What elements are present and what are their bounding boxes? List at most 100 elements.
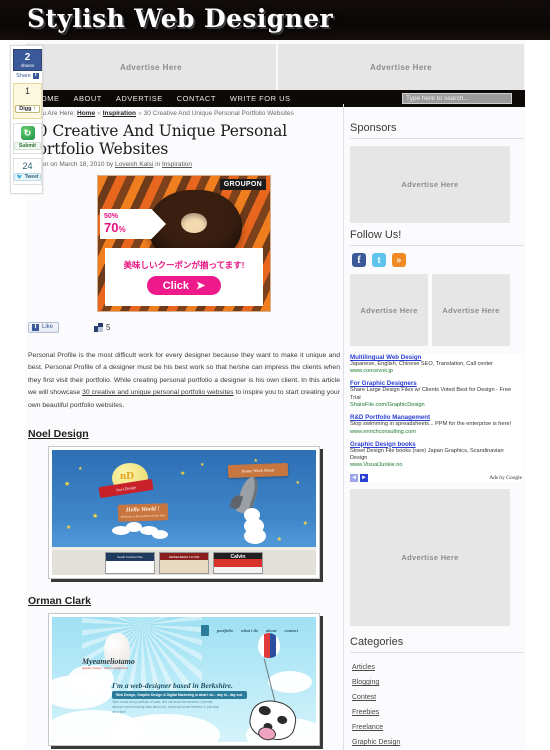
google-ad-item[interactable]: Multilingual Web Design Japanese, Englis…	[350, 354, 522, 374]
chevron-left-icon[interactable]: ◄	[350, 474, 358, 483]
site-nav-item[interactable]: portfolio	[217, 628, 233, 633]
nav-item-advertise[interactable]: ADVERTISE	[109, 90, 170, 107]
stumbleupon-submit-label[interactable]: Submit	[14, 142, 41, 150]
site-logo-orman-main: Myeameliotamo	[82, 657, 135, 667]
cloud-shape	[268, 671, 312, 694]
portfolio-thumb-caption: South Central Ohio	[117, 555, 143, 560]
site-nav-item[interactable]: contact	[285, 628, 299, 633]
star-icon: ★	[92, 513, 99, 521]
post-category[interactable]: Inspiration	[162, 161, 192, 168]
star-icon: ★	[295, 480, 300, 487]
google-ad-url: ShareFile.com/GraphicDesign	[350, 402, 425, 409]
site-title-orman-clark[interactable]: Orman Clark	[28, 595, 91, 607]
category-item-contest[interactable]: Contest	[350, 690, 524, 705]
site-logo-orman-sub: graphic design · web development	[82, 666, 128, 671]
post-meta: Written on March 18, 2010 by Loveish Kal…	[28, 161, 340, 168]
site-title-noel-design[interactable]: Noel Design	[28, 428, 89, 440]
banner-ad-right[interactable]: Advertise Here	[278, 44, 524, 90]
nav-item-about[interactable]: ABOUT	[67, 90, 109, 107]
breadcrumb: You Are Here: Home» Inspiration» 30 Creati…	[35, 110, 294, 117]
category-item-freelance[interactable]: Freelance	[350, 720, 524, 735]
google-ad-title[interactable]: For Graphic Designers	[350, 380, 522, 387]
article-body-link[interactable]: 30 creative and unique personal portfoli…	[82, 389, 233, 396]
google-ad-item[interactable]: Graphic Design books Street Design File …	[350, 441, 522, 469]
category-item-freebies[interactable]: Freebies	[350, 705, 524, 720]
portfolio-thumb-caption: HEIDELBERG FLOOR	[168, 555, 200, 560]
planet-logo-text: nD	[120, 470, 135, 483]
google-ad-url: www.VisualJunkie.no	[350, 462, 403, 469]
sidebar-ad-right[interactable]: Advertise Here	[432, 274, 510, 346]
share-digg[interactable]: 1 Digg ↑	[13, 83, 42, 119]
site-logo-orman: Myeameliotamo graphic design · web devel…	[82, 657, 158, 671]
star-icon: ★	[64, 481, 71, 489]
share-stumbleupon[interactable]: ↻ Submit	[13, 123, 42, 154]
site-menu-board: Home Work About	[227, 462, 289, 479]
google-ads-footer: ◄ ► Ads by Google	[350, 474, 522, 483]
google-ad-item[interactable]: For Graphic Designers Share Large Design…	[350, 380, 522, 408]
sidebar-heading-sponsors: Sponsors	[350, 122, 524, 139]
site-nav-item[interactable]: what i do	[241, 628, 258, 633]
portfolio-thumb[interactable]: Calvin	[213, 552, 263, 575]
star-icon: ★	[66, 525, 72, 532]
google-ads-block: Multilingual Web Design Japanese, Englis…	[350, 354, 522, 483]
chevron-right-icon[interactable]: ►	[360, 474, 368, 483]
portfolio-thumb-caption: Calvin	[230, 554, 246, 561]
google-ad-desc: Street Design File books (rare) Japan Gr…	[350, 447, 504, 462]
portfolio-thumb-row: South Central Ohio HEIDELBERG FLOOR Calv…	[52, 552, 316, 575]
facebook-share-count: 2 shares	[13, 49, 42, 71]
banner-ad-left[interactable]: Advertise Here	[26, 44, 276, 90]
rss-icon[interactable]: »	[392, 253, 406, 267]
digg-count-widget[interactable]: 5	[94, 322, 110, 332]
groupon-logo: GROUPON	[219, 179, 266, 190]
share-twitter[interactable]: 24 🐦 Tweet	[13, 158, 42, 185]
facebook-share-button[interactable]: Share f	[13, 71, 42, 79]
breadcrumb-sep-2: »	[137, 110, 142, 117]
post-by-label: by	[106, 161, 114, 168]
facebook-share-count-value: 2	[24, 52, 31, 63]
breadcrumb-sep-1: »	[97, 110, 101, 117]
share-facebook[interactable]: 2 shares Share f	[13, 49, 42, 79]
facebook-like-label: Like	[42, 324, 54, 330]
google-ads-byline[interactable]: Ads by Google	[489, 475, 522, 481]
portfolio-thumb[interactable]: HEIDELBERG FLOOR	[159, 552, 209, 575]
breadcrumb-home[interactable]: Home	[77, 110, 95, 117]
breadcrumb-category[interactable]: Inspiration	[103, 110, 136, 117]
facebook-icon[interactable]: f	[352, 253, 366, 267]
cow-spot	[276, 714, 288, 725]
sidebar-ad-left[interactable]: Advertise Here	[350, 274, 428, 346]
site-logo[interactable]: Stylish Web Designer	[27, 4, 333, 33]
category-item-graphic-design[interactable]: Graphic Design	[350, 735, 524, 750]
hello-world-board: Hello World ! Welcome to the portfolio o…	[117, 503, 169, 522]
screenshot-frame-noel-design[interactable]: ★ ★ ★ ★ ★ ★ ★ ★ ★ ★ ★ nD Noel Design Hom…	[48, 446, 320, 580]
groupon-click-button[interactable]: Click ➤	[146, 276, 222, 295]
groupon-button-label: Click	[162, 279, 190, 292]
twitter-icon[interactable]: t	[372, 253, 386, 267]
sidebar-ad-pair: Advertise Here Advertise Here	[350, 274, 524, 346]
google-ad-item[interactable]: R&D Portfolio Management Stop swimming i…	[350, 414, 522, 434]
category-item-articles[interactable]: Articles	[350, 660, 524, 675]
groupon-ad[interactable]: GROUPON 50% 70% 美味しいクーポンが揃ってます! Click ➤	[97, 175, 271, 312]
facebook-like-button[interactable]: f Like	[28, 321, 60, 333]
category-item-blogging[interactable]: Blogging	[350, 675, 524, 690]
portfolio-thumb[interactable]: South Central Ohio	[105, 552, 155, 575]
facebook-icon: f	[32, 323, 39, 331]
post-author[interactable]: Loveish Kalsi	[115, 161, 153, 168]
google-ad-title[interactable]: R&D Portfolio Management	[350, 414, 522, 421]
google-ad-title[interactable]: Graphic Design books	[350, 441, 522, 448]
search-input[interactable]: Type here to search...	[402, 93, 512, 104]
nav-item-write-for-us[interactable]: WRITE FOR US	[223, 90, 298, 107]
nav-item-contact[interactable]: CONTACT	[170, 90, 223, 107]
twitter-tweet-button[interactable]: 🐦 Tweet	[14, 173, 41, 181]
breadcrumb-current: 30 Creative And Unique Personal Portfoli…	[143, 110, 294, 117]
stumbleupon-icon: ↻	[20, 126, 35, 140]
google-ad-title[interactable]: Multilingual Web Design	[350, 354, 522, 361]
digg-button-label[interactable]: Digg ↑	[15, 105, 40, 113]
site-body-orman: Take a look at my portfolio of work, fin…	[112, 700, 220, 715]
sidebar-ad-sponsors[interactable]: Advertise Here	[350, 146, 510, 223]
google-ad-url: www.concevoir.jp	[350, 368, 393, 375]
screenshot-frame-orman-clark[interactable]: portfolio what i do about contact Myeame…	[48, 613, 320, 747]
sidebar-ad-tall[interactable]: Advertise Here	[350, 489, 510, 627]
column-divider	[343, 104, 344, 750]
google-ad-url: www.enrichconsulting.com	[350, 428, 416, 435]
facebook-share-count-label: shares	[20, 63, 35, 68]
